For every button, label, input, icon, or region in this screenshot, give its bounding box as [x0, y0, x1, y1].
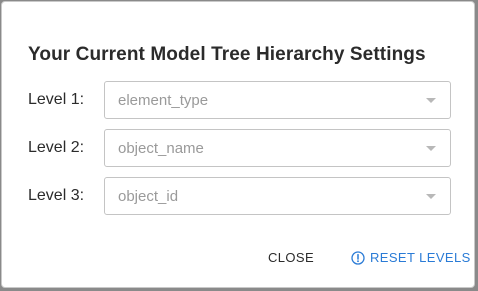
alert-circle-icon [351, 250, 365, 265]
hierarchy-settings-dialog: Your Current Model Tree Hierarchy Settin… [1, 1, 475, 288]
level-1-select[interactable]: element_type [104, 81, 451, 119]
level-1-value: element_type [118, 92, 209, 109]
level-3-select[interactable]: object_id [104, 177, 451, 215]
reset-levels-button[interactable]: RESET LEVELS [351, 250, 471, 265]
chevron-down-icon [426, 194, 436, 199]
level-2-label: Level 2: [28, 139, 85, 156]
dialog-title: Your Current Model Tree Hierarchy Settin… [28, 44, 426, 65]
chevron-down-icon [426, 98, 436, 103]
level-3-value: object_id [118, 188, 179, 205]
level-3-label: Level 3: [28, 187, 85, 204]
level-2-select[interactable]: object_name [104, 129, 451, 167]
level-1-label: Level 1: [28, 91, 85, 108]
close-button[interactable]: CLOSE [268, 250, 314, 265]
reset-levels-label: RESET LEVELS [370, 250, 471, 265]
level-3-row: Level 3: object_id [2, 177, 474, 215]
level-2-row: Level 2: object_name [2, 129, 474, 167]
level-1-row: Level 1: element_type [2, 81, 474, 119]
chevron-down-icon [426, 146, 436, 151]
level-2-value: object_name [118, 140, 204, 157]
